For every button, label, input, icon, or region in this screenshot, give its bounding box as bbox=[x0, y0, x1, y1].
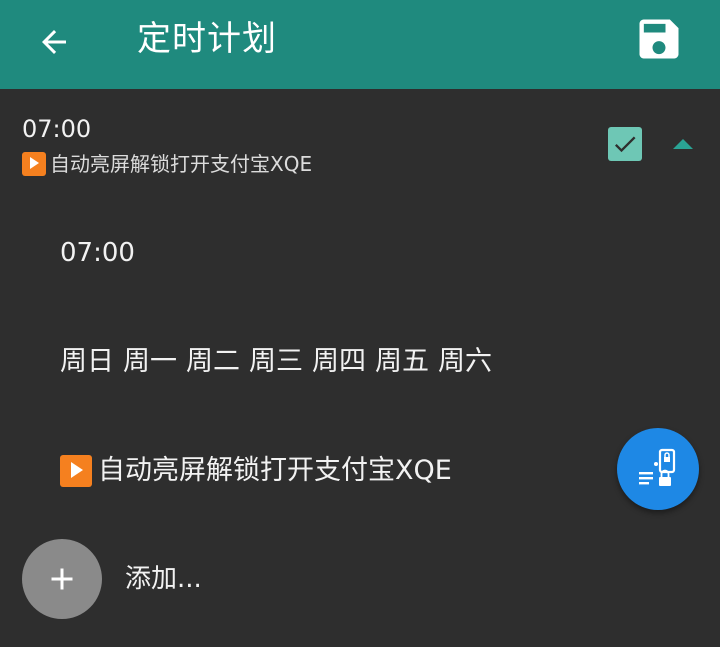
add-label: 添加... bbox=[125, 564, 202, 594]
app-bar: 定时计划 bbox=[0, 0, 720, 89]
floppy-disk-icon bbox=[639, 19, 679, 59]
day-saturday: 周六 bbox=[438, 346, 492, 377]
plus-icon bbox=[51, 568, 73, 590]
day-thursday: 周四 bbox=[312, 346, 366, 377]
detail-task[interactable]: 自动亮屏解锁打开支付宝XQE bbox=[60, 452, 452, 490]
play-button-icon bbox=[60, 455, 92, 487]
day-friday: 周五 bbox=[375, 346, 429, 377]
day-wednesday: 周三 bbox=[249, 346, 303, 377]
schedule-item-task-label: 自动亮屏解锁打开支付宝XQE bbox=[50, 152, 313, 176]
back-button[interactable] bbox=[30, 18, 78, 66]
arrow-left-icon bbox=[42, 30, 66, 54]
play-button-icon bbox=[22, 152, 46, 176]
detail-task-label: 自动亮屏解锁打开支付宝XQE bbox=[98, 455, 452, 486]
detail-time[interactable]: 07:00 bbox=[60, 236, 135, 270]
collapse-button[interactable] bbox=[666, 130, 700, 158]
caret-up-icon bbox=[673, 139, 693, 149]
day-monday: 周一 bbox=[123, 346, 177, 377]
schedule-item-time: 07:00 bbox=[22, 115, 92, 143]
save-button[interactable] bbox=[630, 10, 688, 68]
enabled-checkbox[interactable] bbox=[608, 127, 642, 161]
page-title: 定时计划 bbox=[137, 19, 277, 59]
phone-unlock-icon bbox=[639, 448, 676, 486]
add-schedule-row[interactable] bbox=[0, 533, 720, 625]
day-sunday: 周日 bbox=[60, 346, 114, 377]
day-tuesday: 周二 bbox=[186, 346, 240, 377]
schedule-item-task: 自动亮屏解锁打开支付宝XQE bbox=[22, 150, 312, 178]
add-button[interactable] bbox=[22, 539, 102, 619]
floating-action-button[interactable] bbox=[617, 428, 699, 510]
detail-days[interactable]: 周日 周一 周二 周三 周四 周五 周六 bbox=[60, 344, 492, 380]
check-icon bbox=[614, 136, 636, 153]
